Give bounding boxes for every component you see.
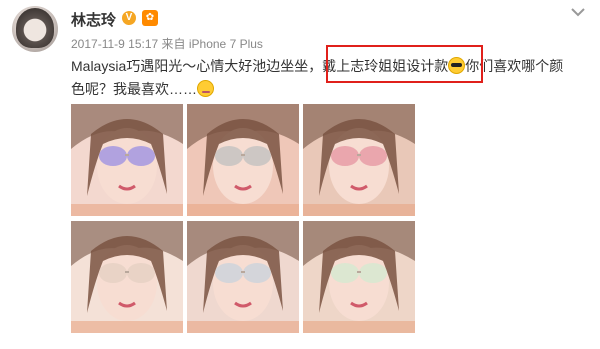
shy-emoji-icon <box>197 80 214 97</box>
chevron-down-icon[interactable] <box>570 5 586 19</box>
photo-6[interactable] <box>303 221 415 333</box>
post-meta: 2017-11-9 15:17 来自 iPhone 7 Plus <box>71 35 263 52</box>
verified-icon: V <box>122 11 136 25</box>
highlight-box <box>326 45 483 83</box>
photo-5[interactable] <box>187 221 299 333</box>
post-text-part1: Malaysia巧遇阳光～心情大好池边坐坐， <box>71 58 323 74</box>
username[interactable]: 林志玲 <box>71 9 116 30</box>
post-source: 来自 iPhone 7 Plus <box>161 37 263 51</box>
avatar-image <box>16 8 54 48</box>
post-text-part3: 色呢？我最喜欢…… <box>71 81 197 97</box>
member-icon: ✿ <box>142 10 158 26</box>
weibo-post: 林志玲 V ✿ 2017-11-9 15:17 来自 iPhone 7 Plus… <box>0 0 600 349</box>
photo-1[interactable] <box>71 104 183 216</box>
photo-2[interactable] <box>187 104 299 216</box>
photo-4[interactable] <box>71 221 183 333</box>
avatar[interactable] <box>12 6 58 52</box>
photo-3[interactable] <box>303 104 415 216</box>
post-timestamp[interactable]: 2017-11-9 15:17 <box>71 37 158 51</box>
